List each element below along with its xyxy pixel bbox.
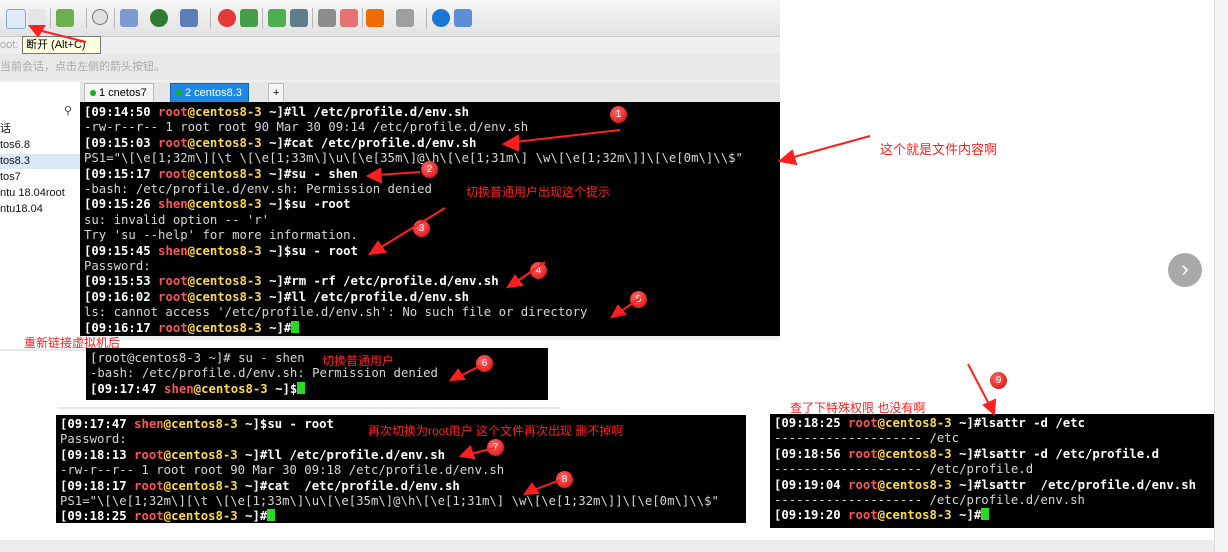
arrow-line xyxy=(377,207,446,250)
arrow-line xyxy=(533,479,561,491)
arrow-head xyxy=(365,167,383,184)
arrow-line xyxy=(459,365,481,377)
arrow-line xyxy=(377,171,421,176)
right-scrollbar[interactable] xyxy=(1214,0,1228,552)
arrow-line xyxy=(967,363,991,407)
arrow-head xyxy=(505,274,524,289)
arrow-head xyxy=(367,240,387,256)
arrow-head xyxy=(522,482,540,496)
arrow-head xyxy=(448,368,466,382)
next-image-button[interactable]: › xyxy=(1168,253,1202,287)
annotation-arrows xyxy=(0,25,997,496)
arrow-line xyxy=(514,129,621,143)
arrow-line xyxy=(37,29,87,43)
arrow-head xyxy=(982,398,997,417)
arrow-head xyxy=(501,134,519,152)
arrow-head xyxy=(777,149,798,166)
arrow-head xyxy=(610,304,627,319)
bottom-strip xyxy=(0,540,1214,552)
arrow-line xyxy=(469,447,496,455)
arrow-line xyxy=(515,261,546,283)
arrow-line xyxy=(789,135,871,159)
arrow-head xyxy=(458,445,476,460)
arrow-line xyxy=(619,297,641,313)
arrow-head xyxy=(27,25,46,38)
